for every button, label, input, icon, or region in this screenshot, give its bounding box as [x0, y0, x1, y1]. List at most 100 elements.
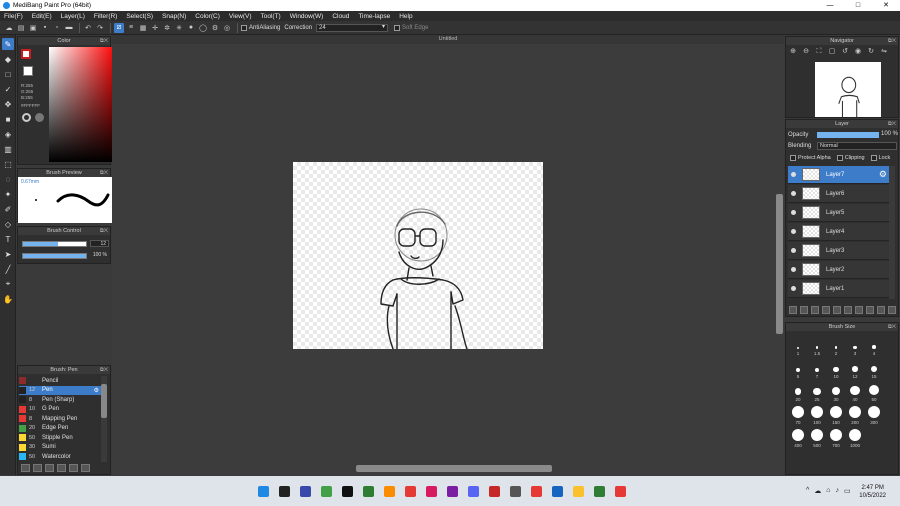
taskbar-app-icon[interactable] — [531, 486, 542, 497]
new-file-icon[interactable]: ▤ — [16, 23, 26, 33]
correction-select[interactable]: 24 — [316, 23, 389, 32]
taskbar-app-icon[interactable] — [300, 486, 311, 497]
brush-item[interactable]: 50 Watercolor — [19, 452, 101, 461]
brush-size-option[interactable]: 10 — [828, 360, 844, 379]
canvas-tab[interactable]: Untitled — [112, 35, 784, 44]
taskbar-app-icon[interactable] — [573, 486, 584, 497]
menu-view[interactable]: View(V) — [229, 13, 252, 20]
cloud-icon[interactable]: ☁ — [4, 23, 14, 33]
brush-size-option[interactable]: 25 — [809, 383, 825, 402]
brush-item[interactable]: 30 Sumi — [19, 443, 101, 452]
layer-settings-gear-icon[interactable]: ⚙ — [879, 169, 887, 180]
add-brush-icon[interactable] — [21, 464, 30, 472]
foreground-color-swatch[interactable] — [21, 49, 31, 59]
brush-size-option[interactable]: 400 — [790, 429, 806, 448]
brush-item[interactable]: Pencil — [19, 376, 101, 385]
layer-blending-select[interactable]: Normal — [817, 142, 897, 150]
rectangle-tool-icon[interactable]: ■ — [2, 113, 14, 125]
taskbar-app-icon[interactable] — [426, 486, 437, 497]
taskbar-app-icon[interactable] — [258, 486, 269, 497]
brush-size-option[interactable]: 12 — [847, 360, 863, 379]
select-eraser-tool-icon[interactable]: ◇ — [2, 218, 14, 230]
redo-icon[interactable]: ↷ — [95, 23, 105, 33]
protect-alpha-option[interactable]: Protect Alpha — [790, 155, 831, 161]
brush-size-option[interactable]: 200 — [847, 406, 863, 425]
layer-row[interactable]: Layer7 ⚙ — [788, 166, 889, 184]
menu-window[interactable]: Window(W) — [290, 13, 324, 20]
menu-color[interactable]: Color(C) — [195, 13, 220, 20]
antialiasing-checkbox[interactable] — [241, 24, 247, 31]
brush-size-option[interactable]: 3 — [847, 337, 863, 356]
brush-item[interactable]: 12 Pen ⚙ — [19, 385, 101, 395]
layer-settings-icon[interactable] — [877, 306, 885, 314]
lasso-tool-icon[interactable]: ◌ — [2, 173, 14, 185]
taskbar-app-icon[interactable] — [615, 486, 626, 497]
brush-opacity-slider[interactable] — [22, 253, 87, 259]
maximize-button[interactable]: □ — [844, 0, 872, 11]
layer-list-scrollbar[interactable] — [889, 166, 895, 299]
duplicate-layer-icon[interactable] — [866, 306, 874, 314]
canvas-vscroll-thumb[interactable] — [776, 194, 783, 334]
taskbar-app-icon[interactable] — [468, 486, 479, 497]
layer-row[interactable]: Layer4 — [788, 223, 889, 241]
export-icon[interactable]: ▫ — [52, 23, 62, 33]
select-tool-icon[interactable]: ⬚ — [2, 158, 14, 170]
text-tool-icon[interactable]: T — [2, 233, 14, 245]
menu-cloud[interactable]: Cloud — [332, 13, 349, 20]
background-color-swatch[interactable] — [23, 66, 33, 76]
brush-size-option[interactable]: 30 — [828, 383, 844, 402]
brush-size-option[interactable]: 700 — [828, 429, 844, 448]
brush-size-value[interactable]: 12 — [90, 240, 109, 247]
eyedropper-tool-icon[interactable]: ⌖ — [2, 278, 14, 290]
snap-circle-icon[interactable]: ● — [186, 23, 196, 33]
brush-size-option[interactable]: 1000 — [847, 429, 863, 448]
menu-snap[interactable]: Snap(N) — [162, 13, 186, 20]
undo-icon[interactable]: ↶ — [83, 23, 93, 33]
taskbar-app-icon[interactable] — [342, 486, 353, 497]
brush-size-option[interactable]: 4 — [866, 337, 882, 356]
color-palette-icon[interactable] — [35, 113, 44, 122]
eye-icon[interactable] — [791, 248, 796, 253]
eye-icon[interactable] — [791, 267, 796, 272]
add-8bit-layer-icon[interactable] — [811, 306, 819, 314]
select-pen-tool-icon[interactable]: ✐ — [2, 203, 14, 215]
dot-tool-icon[interactable]: ✓ — [2, 83, 14, 95]
panel-float-icon[interactable]: ⧉✕ — [888, 37, 896, 45]
canvas-hscroll-thumb[interactable] — [356, 465, 552, 472]
lock-option[interactable]: Lock — [870, 155, 890, 161]
operation-tool-icon[interactable]: ➤ — [2, 248, 14, 260]
brush-item[interactable]: 20 Edge Pen — [19, 424, 101, 433]
brush-item[interactable]: 8 Mapping Pen — [19, 414, 101, 423]
panel-float-icon[interactable]: ⧉✕ — [888, 323, 896, 331]
layer-menu-icon[interactable] — [833, 306, 841, 314]
merge-down-icon[interactable] — [855, 306, 863, 314]
lock-checkbox[interactable] — [870, 155, 877, 161]
layer-row[interactable]: Layer5 — [788, 204, 889, 222]
add-halftone-layer-icon[interactable] — [800, 306, 808, 314]
brush-size-option[interactable]: 100 — [809, 406, 825, 425]
add-1bit-layer-icon[interactable] — [822, 306, 830, 314]
soft-edge-checkbox[interactable] — [394, 24, 401, 31]
brush-size-slider[interactable] — [22, 241, 87, 247]
menu-tool[interactable]: Tool(T) — [261, 13, 281, 20]
menu-timelapse[interactable]: Time-lapse — [358, 13, 390, 20]
brush-list-scroll-thumb[interactable] — [101, 384, 107, 418]
cloud-sync-icon[interactable]: ☁ — [814, 487, 821, 495]
gradient-tool-icon[interactable]: ▥ — [2, 143, 14, 155]
brush-list-scrollbar[interactable] — [101, 376, 107, 462]
minimize-button[interactable]: — — [816, 0, 844, 11]
add-layer-icon[interactable] — [789, 306, 797, 314]
shape-tool-icon[interactable]: □ — [2, 68, 14, 80]
brush-settings-icon[interactable] — [69, 464, 78, 472]
brush-size-option[interactable]: 20 — [790, 383, 806, 402]
snap-perspective-icon[interactable]: ✳ — [174, 23, 184, 33]
menu-file[interactable]: File(F) — [4, 13, 23, 20]
menu-select[interactable]: Select(S) — [126, 13, 153, 20]
eye-icon[interactable] — [791, 286, 796, 291]
snap-off-icon[interactable]: ⧄ — [114, 22, 124, 33]
taskbar-app-icon[interactable] — [384, 486, 395, 497]
brush-item[interactable]: 8 Pen (Sharp) — [19, 395, 101, 404]
taskbar-clock[interactable]: 2:47 PM 10/5/2022 — [859, 484, 886, 500]
panel-float-icon[interactable]: ⧉✕ — [100, 37, 108, 45]
save-icon[interactable]: ▪ — [40, 23, 50, 33]
